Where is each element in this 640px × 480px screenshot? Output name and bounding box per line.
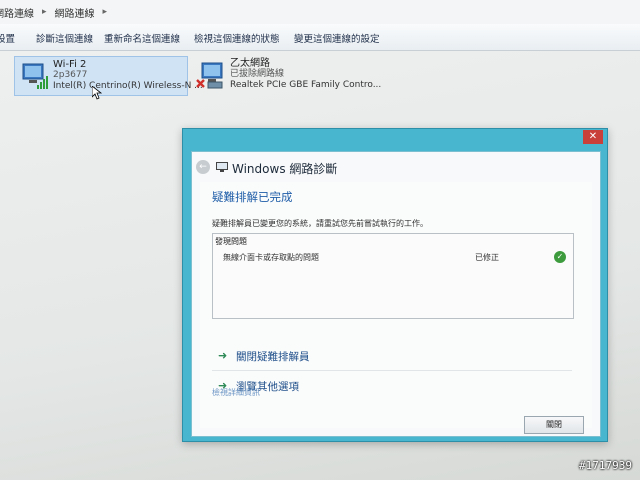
toolbar-rename-button[interactable]: 重新命名這個連線 [104,31,180,45]
close-button[interactable]: 關閉 [524,416,584,434]
adapter-device: Realtek PCIe GBE Family Contro... [230,80,382,90]
dialog-client-area: ← Windows 網路診斷 疑難排解已完成 疑難排解員已變更您的系統，請重試您… [191,151,601,437]
back-arrow-icon[interactable]: ← [196,160,210,174]
breadcrumb-item[interactable]: 網路連線 [55,5,95,20]
toolbar-diagnose-button[interactable]: 診斷這個連線 [36,31,93,45]
close-troubleshooter-option[interactable]: ➜ 關閉疑難排解員 [212,344,572,371]
option-label: 關閉疑難排解員 [236,351,310,363]
adapter-name: 乙太網路 [230,58,270,69]
breadcrumb-item[interactable]: 網路連線 [0,5,34,20]
problems-found-panel: 發現問題 無線介面卡或存取點的問題 已修正 ✓ [212,233,574,319]
problem-row: 無線介面卡或存取點的問題 已修正 ✓ [213,250,573,266]
toolbar-view-status-button[interactable]: 檢視這個連線的狀態 [194,31,280,45]
dialog-header: ← Windows 網路診斷 [192,152,600,182]
adapter-device: Intel(R) Centrino(R) Wireless-N ... [53,81,203,91]
adapter-name: Wi-Fi 2 [53,59,87,70]
adapter-status: 已拔除網路線 [230,69,285,79]
arrow-right-icon: ➜ [218,349,228,362]
toolbar-organize-button[interactable]: 設置 [0,31,15,45]
problem-name: 無線介面卡或存取點的問題 [223,253,319,262]
command-bar: 設置 診斷這個連線 重新命名這個連線 檢視這個連線的狀態 變更這個連線的設定 [0,24,640,51]
problem-status: 已修正 [475,253,499,262]
toolbar-change-settings-button[interactable]: 變更這個連線的設定 [294,31,380,45]
watermark: #1717939 [579,459,632,472]
adapter-ethernet[interactable]: 乙太網路 已拔除網路線 Realtek PCIe GBE Family Cont… [192,56,381,94]
wifi-adapter-icon [22,63,48,89]
network-diagnostics-icon [216,162,228,172]
adapter-status: 2p3677 [53,70,88,80]
breadcrumb-separator: ▸ [102,7,108,17]
mouse-cursor-icon [92,86,102,100]
dialog-close-icon[interactable]: ✕ [583,130,603,144]
troubleshooting-description: 疑難排解員已變更您的系統，請重試您先前嘗試執行的工作。 [212,219,428,228]
network-diagnostics-dialog: ✕ ← Windows 網路診斷 疑難排解已完成 疑難排解員已變更您的系統，請重… [182,128,608,442]
breadcrumb: 網路連線 ▸ 網路連線 ▸ [0,0,640,25]
dialog-title: Windows 網路診斷 [232,162,338,176]
check-icon: ✓ [554,251,566,263]
ethernet-adapter-icon [196,62,223,89]
problems-found-header: 發現問題 [215,237,247,246]
view-detailed-info-link[interactable]: 檢視詳細資訊 [212,387,260,398]
troubleshooting-complete-heading: 疑難排解已完成 [212,190,293,204]
explore-other-options[interactable]: ➜ 瀏覽其他選項 [212,374,572,400]
breadcrumb-separator: ▸ [42,7,47,17]
